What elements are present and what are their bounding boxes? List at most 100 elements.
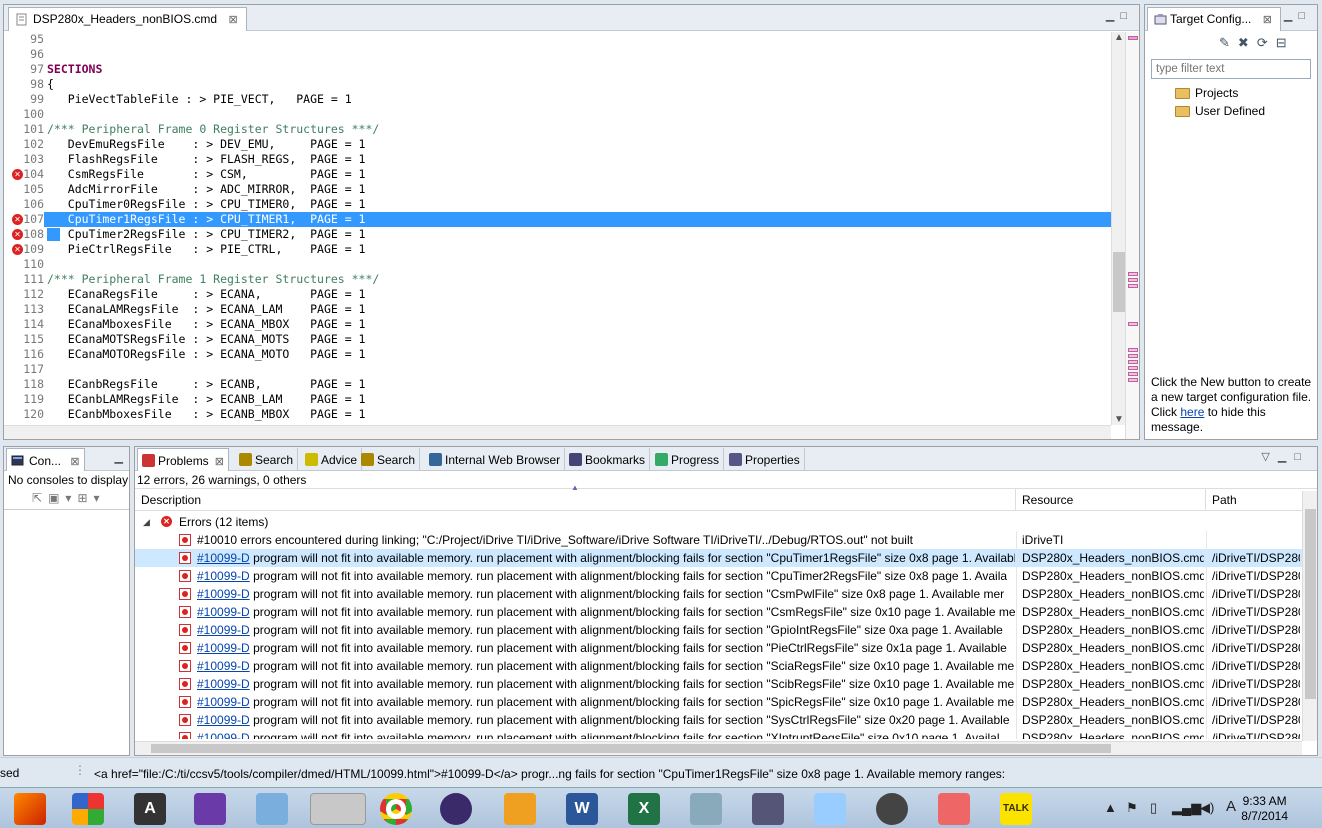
language-indicator[interactable]: A bbox=[1226, 798, 1236, 815]
problems-scroll-thumb[interactable] bbox=[1305, 509, 1316, 699]
pin-icon[interactable]: ⇱ bbox=[32, 491, 48, 505]
overview-ruler[interactable] bbox=[1125, 32, 1139, 439]
code-line[interactable]: 109 ✕ PieCtrlRegsFile : > PIE_CTRL, PAGE … bbox=[4, 242, 1125, 257]
error-marker[interactable] bbox=[1128, 348, 1138, 352]
minimize-icon[interactable]: ▁ bbox=[1284, 10, 1298, 22]
code-line[interactable]: 117 bbox=[4, 362, 1125, 377]
view-menu-icon[interactable]: ▽ bbox=[1261, 451, 1277, 463]
chrome-icon[interactable] bbox=[380, 793, 412, 825]
table-row[interactable]: #10099-D program will not fit into avail… bbox=[135, 639, 1303, 657]
code-line[interactable]: 105 AdcMirrorFile : > ADC_MIRROR, PAGE =… bbox=[4, 182, 1125, 197]
bookmarks-tab[interactable]: Bookmarks bbox=[565, 448, 651, 471]
display-console-icon[interactable]: ▣▾ bbox=[48, 491, 77, 505]
table-row[interactable]: #10099-D program will not fit into avail… bbox=[135, 567, 1303, 585]
table-row[interactable]: #10099-D program will not fit into avail… bbox=[135, 675, 1303, 693]
arduino-icon[interactable]: A bbox=[134, 793, 166, 825]
new-config-icon[interactable]: ✎ bbox=[1219, 35, 1238, 50]
minimize-icon[interactable]: ▁ bbox=[1278, 451, 1294, 463]
error-code-link[interactable]: #10099-D bbox=[197, 659, 250, 673]
network-icon[interactable] bbox=[690, 793, 722, 825]
column-description[interactable]: Description bbox=[135, 489, 1016, 511]
scroll-up-icon[interactable]: ▲ bbox=[1114, 32, 1124, 43]
error-marker[interactable] bbox=[1128, 372, 1138, 376]
code-line[interactable]: 119 ECanbLAMRegsFile : > ECANB_LAM PAGE … bbox=[4, 392, 1125, 407]
minimize-icon[interactable]: ▁ bbox=[1106, 10, 1120, 22]
editor-scroll-thumb[interactable] bbox=[1113, 252, 1125, 312]
code-line[interactable]: 114 ECanaMboxesFile : > ECANA_MBOX PAGE … bbox=[4, 317, 1125, 332]
snipping-icon[interactable] bbox=[938, 793, 970, 825]
office-icon[interactable] bbox=[72, 793, 104, 825]
excel-icon[interactable]: X bbox=[628, 793, 660, 825]
target-window-buttons[interactable]: ▁□ bbox=[1284, 9, 1311, 22]
table-row[interactable]: #10099-D program will not fit into avail… bbox=[135, 621, 1303, 639]
code-line[interactable]: 111/*** Peripheral Frame 1 Register Stru… bbox=[4, 272, 1125, 287]
error-code-link[interactable]: #10099-D bbox=[197, 677, 250, 691]
clock[interactable]: 9:33 AM 8/7/2014 bbox=[1241, 794, 1288, 824]
internal-web-browser-tab[interactable]: Internal Web Browser bbox=[425, 448, 566, 471]
expand-icon[interactable]: ◢ bbox=[143, 513, 150, 531]
table-row[interactable]: #10010 errors encountered during linking… bbox=[135, 531, 1303, 549]
error-icon[interactable]: ✕ bbox=[12, 229, 23, 240]
delete-icon[interactable]: ✖ bbox=[1238, 35, 1257, 50]
table-row[interactable]: #10099-D program will not fit into avail… bbox=[135, 549, 1303, 567]
word-icon[interactable]: W bbox=[566, 793, 598, 825]
code-editor[interactable]: 95 96 97 SECTIONS 98{99 PieVectTableFile : >… bbox=[4, 32, 1125, 439]
error-code-link[interactable]: #10099-D bbox=[197, 587, 250, 601]
error-code-link[interactable]: #10099-D bbox=[197, 569, 250, 583]
signal-icon[interactable]: ▂▄▆ bbox=[1172, 800, 1201, 816]
column-path[interactable]: Path bbox=[1206, 489, 1303, 511]
code-line[interactable]: 104 ✕ CsmRegsFile : > CSM, PAGE = 1 bbox=[4, 167, 1125, 182]
error-icon[interactable]: ✕ bbox=[12, 169, 23, 180]
error-marker[interactable] bbox=[1128, 366, 1138, 370]
progress-tab[interactable]: Progress bbox=[651, 448, 725, 471]
search-tab-2[interactable]: Search bbox=[357, 448, 421, 471]
error-code-link[interactable]: #10099-D bbox=[197, 731, 250, 739]
editor-window-buttons[interactable]: ▁□ bbox=[1106, 9, 1133, 22]
code-line[interactable]: 100 bbox=[4, 107, 1125, 122]
target-config-tab[interactable]: Target Config... ⊠ bbox=[1147, 7, 1281, 31]
code-line[interactable]: 95 bbox=[4, 32, 1125, 47]
eclipse-icon[interactable] bbox=[440, 793, 472, 825]
link-icon[interactable]: ⟳ bbox=[1257, 35, 1276, 50]
problems-tab[interactable]: Problems ⊠ bbox=[137, 448, 229, 471]
error-marker[interactable] bbox=[1128, 36, 1138, 40]
error-marker[interactable] bbox=[1128, 378, 1138, 382]
advice-tab[interactable]: Advice bbox=[301, 448, 363, 471]
error-code-link[interactable]: #10099-D bbox=[197, 605, 250, 619]
table-row[interactable]: #10099-D program will not fit into avail… bbox=[135, 603, 1303, 621]
table-row[interactable]: #10099-D program will not fit into avail… bbox=[135, 729, 1303, 739]
code-line[interactable]: 118 ECanbRegsFile : > ECANB, PAGE = 1 bbox=[4, 377, 1125, 392]
code-line[interactable]: 101/*** Peripheral Frame 0 Register Stru… bbox=[4, 122, 1125, 137]
error-code-link[interactable]: #10099-D bbox=[197, 623, 250, 637]
volume-icon[interactable]: ◀) bbox=[1200, 800, 1214, 816]
table-row[interactable]: #10099-D program will not fit into avail… bbox=[135, 711, 1303, 729]
code-line[interactable]: 96 bbox=[4, 47, 1125, 62]
console-tab[interactable]: Con... ⊠ bbox=[6, 448, 85, 471]
tray-arrow-icon[interactable]: ▲ bbox=[1104, 800, 1117, 815]
collapse-icon[interactable]: ⊟ bbox=[1276, 35, 1295, 50]
problems-window-buttons[interactable]: ▽▁□ bbox=[1261, 450, 1309, 463]
flag-icon[interactable]: ⚑ bbox=[1126, 800, 1138, 816]
close-icon[interactable]: ⊠ bbox=[1263, 14, 1272, 26]
open-console-icon[interactable]: ⊞▾ bbox=[77, 491, 105, 505]
code-line[interactable]: 97 SECTIONS bbox=[4, 62, 1125, 77]
console-window-buttons[interactable]: ▁ bbox=[115, 451, 123, 464]
error-code-link[interactable]: #10099-D bbox=[197, 551, 250, 565]
error-code-link[interactable]: #10099-D bbox=[197, 713, 250, 727]
editor-tab[interactable]: DSP280x_Headers_nonBIOS.cmd ⊠ bbox=[8, 7, 247, 31]
media-icon[interactable] bbox=[876, 793, 908, 825]
code-line[interactable]: 98{ bbox=[4, 77, 1125, 92]
scroll-down-icon[interactable]: ▼ bbox=[1114, 414, 1124, 425]
error-marker[interactable] bbox=[1128, 272, 1138, 276]
table-row[interactable]: #10099-D program will not fit into avail… bbox=[135, 693, 1303, 711]
can-tool-icon[interactable] bbox=[752, 793, 784, 825]
close-icon[interactable]: ⊠ bbox=[215, 456, 224, 468]
group-errors[interactable]: ◢ ✕ Errors (12 items) bbox=[135, 513, 1303, 531]
visual-studio-icon[interactable] bbox=[194, 793, 226, 825]
error-code-link[interactable]: #10099-D bbox=[197, 641, 250, 655]
matlab-icon[interactable] bbox=[14, 793, 46, 825]
filter-input[interactable] bbox=[1151, 59, 1311, 79]
problems-hscroll-thumb[interactable] bbox=[151, 744, 1111, 753]
code-line[interactable]: 102 DevEmuRegsFile : > DEV_EMU, PAGE = 1 bbox=[4, 137, 1125, 152]
calculator-icon[interactable] bbox=[814, 793, 846, 825]
